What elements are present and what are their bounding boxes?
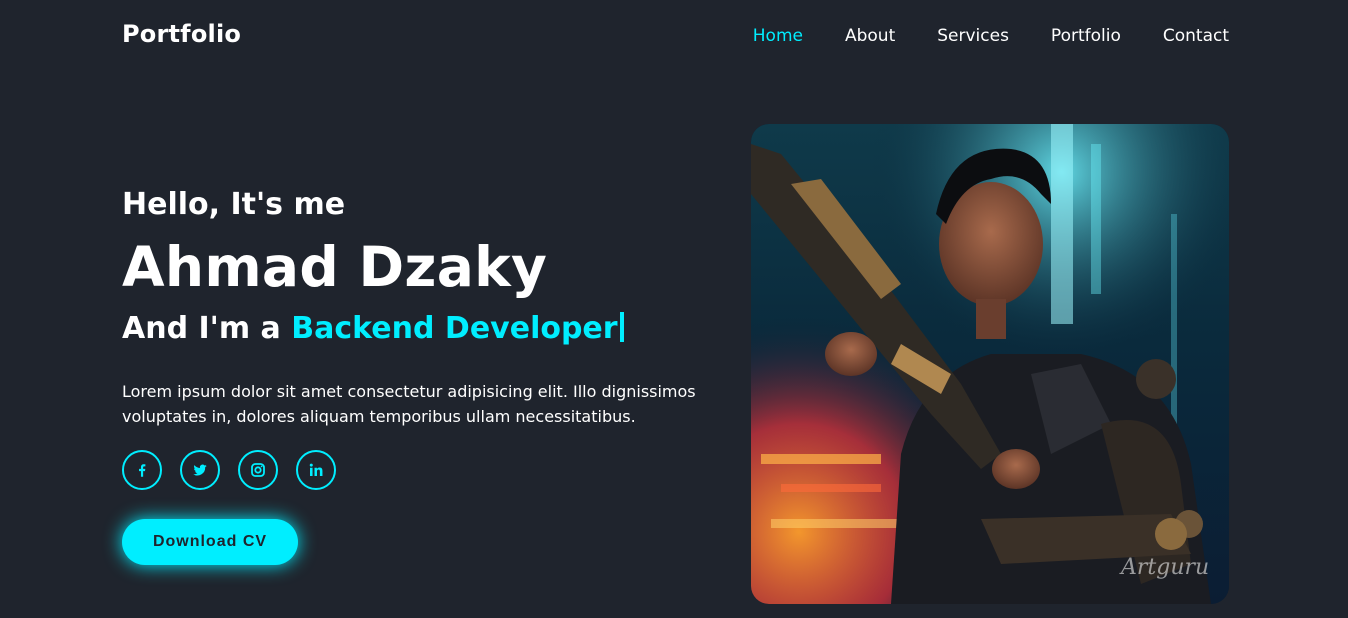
linkedin-icon <box>307 461 325 479</box>
role-prefix: And I'm a <box>122 311 281 346</box>
page: Portfolio Home About Services Portfolio … <box>0 0 1348 618</box>
download-cv-button[interactable]: Download CV <box>122 519 298 565</box>
nav-link-services[interactable]: Services <box>937 24 1009 48</box>
facebook-link[interactable] <box>122 450 162 490</box>
social-links <box>122 450 354 490</box>
instagram-link[interactable] <box>238 450 278 490</box>
facebook-icon <box>133 461 151 479</box>
nav-link-home[interactable]: Home <box>753 24 803 48</box>
nav-link-portfolio[interactable]: Portfolio <box>1051 24 1121 48</box>
twitter-icon <box>191 461 209 479</box>
watermark: Artguru <box>1119 555 1209 580</box>
site-header: Portfolio Home About Services Portfolio … <box>0 0 1348 70</box>
hero-name: Ahmad Dzaky <box>122 235 548 299</box>
hero-description: Lorem ipsum dolor sit amet consectetur a… <box>122 382 696 426</box>
main-nav: Home About Services Portfolio Contact <box>753 24 1229 48</box>
logo[interactable]: Portfolio <box>122 20 241 48</box>
linkedin-link[interactable] <box>296 450 336 490</box>
nav-link-about[interactable]: About <box>845 24 895 48</box>
twitter-link[interactable] <box>180 450 220 490</box>
hero-role: And I'm a Backend Developer <box>122 309 722 349</box>
hero-greeting: Hello, It's me <box>122 187 346 222</box>
hero-text: Hello, It's me Ahmad Dzaky And I'm a Bac… <box>122 185 722 429</box>
hero-image: Artguru <box>751 124 1229 604</box>
role-highlight: Backend Developer <box>291 311 618 346</box>
instagram-icon <box>249 461 267 479</box>
typing-cursor <box>619 312 624 342</box>
nav-link-contact[interactable]: Contact <box>1163 24 1229 48</box>
